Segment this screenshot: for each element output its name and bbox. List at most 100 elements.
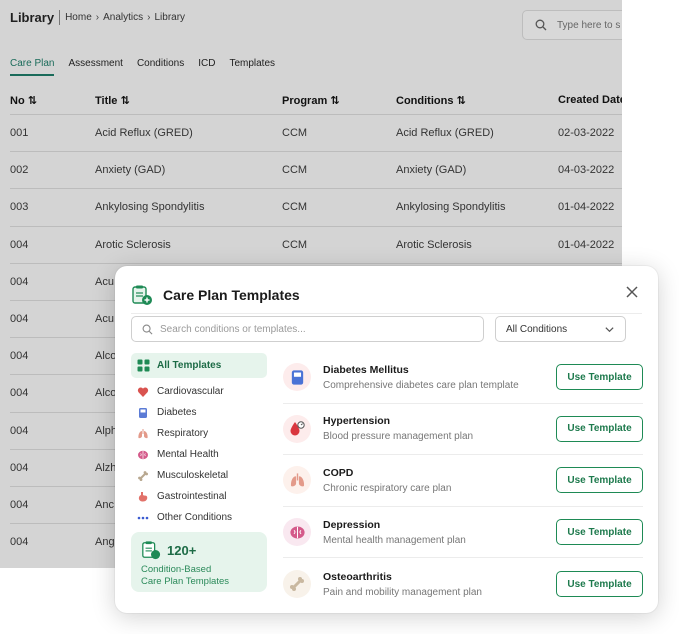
cell-no: 004	[10, 350, 29, 363]
cell-no: 004	[10, 424, 29, 437]
template-row: Depression Mental health management plan U…	[283, 507, 643, 559]
cell-conditions: Acid Reflux (GRED)	[396, 127, 494, 139]
template-name: Osteoarthritis	[323, 570, 392, 583]
template-list: Diabetes Mellitus Comprehensive diabetes …	[283, 352, 643, 610]
chevron-right-icon: ›	[147, 12, 151, 23]
category-label: Cardiovascular	[157, 386, 224, 397]
glucose-meter-icon	[136, 406, 150, 420]
cell-title: Alco	[95, 387, 117, 400]
tab-templates[interactable]: Templates	[229, 58, 275, 76]
use-template-button[interactable]: Use Template	[556, 364, 643, 391]
category-label: Other Conditions	[157, 512, 233, 523]
category-label: Respiratory	[157, 428, 209, 439]
template-search-field[interactable]	[131, 316, 484, 342]
category-item-gastrointestinal[interactable]: Gastrointestinal	[131, 486, 267, 507]
cell-no: 004	[10, 387, 29, 400]
cell-program: CCM	[282, 164, 308, 177]
template-count-card: 120+ Condition-Based Care Plan Templates	[131, 532, 267, 592]
blood-pressure-icon	[283, 414, 311, 443]
cell-title: Arotic Sclerosis	[95, 238, 171, 251]
table-row[interactable]: 003 Ankylosing Spondylitis CCM Ankylosing S…	[10, 188, 622, 225]
use-template-button[interactable]: Use Template	[556, 519, 643, 546]
lungs-icon	[136, 427, 150, 441]
cell-title: Anxiety (GAD)	[95, 164, 166, 177]
category-item-respiratory[interactable]: Respiratory	[131, 423, 267, 444]
category-label: Gastrointestinal	[157, 491, 227, 502]
library-search-placeholder: Type here to s	[557, 19, 621, 31]
category-item-mental-health[interactable]: Mental Health	[131, 444, 267, 465]
cell-program: CCM	[282, 238, 308, 251]
modal-header: Care Plan Templates	[131, 276, 642, 314]
cell-no: 004	[10, 238, 29, 251]
library-search-input[interactable]: Type here to s	[522, 10, 622, 40]
template-count: 120+	[167, 542, 197, 558]
use-template-button[interactable]: Use Template	[556, 571, 643, 598]
breadcrumb-analytics[interactable]: Analytics	[103, 12, 143, 23]
template-row: COPD Chronic respiratory care plan Use Tem…	[283, 455, 643, 507]
category-item-cardiovascular[interactable]: Cardiovascular	[131, 381, 267, 402]
column-header-program[interactable]: Program ⇅	[282, 94, 340, 107]
cell-created-date: 01-04-2022	[558, 201, 615, 214]
category-list: All Templates Cardiovascular Diabetes Respi…	[131, 353, 267, 528]
modal-title: Care Plan Templates	[163, 286, 300, 303]
glucose-meter-icon	[283, 363, 311, 392]
cell-title: Alzh	[95, 461, 117, 474]
table-row[interactable]: 004 Arotic Sclerosis CCM Arotic Sclerosis 01…	[10, 225, 622, 263]
cell-title: Ang	[95, 536, 115, 549]
care-plan-templates-modal: Care Plan Templates All Conditions All T…	[115, 266, 658, 613]
chevron-right-icon: ›	[95, 12, 100, 23]
use-template-button[interactable]: Use Template	[556, 467, 643, 494]
template-row: Hypertension Blood pressure management pl…	[283, 404, 643, 456]
brain-icon	[136, 448, 150, 462]
tab-icd[interactable]: ICD	[198, 58, 215, 76]
more-icon	[136, 511, 150, 525]
column-header-created-date[interactable]: Created Date	[558, 94, 622, 106]
use-template-button[interactable]: Use Template	[556, 415, 643, 442]
search-icon	[142, 324, 153, 334]
column-header-no[interactable]: No ⇅	[10, 94, 37, 107]
library-tabs: Care Plan Assessment Conditions ICD Temp…	[10, 58, 275, 76]
category-item-other-conditions[interactable]: Other Conditions	[131, 507, 267, 528]
template-name: Hypertension	[323, 415, 391, 428]
template-description: Pain and mobility management plan	[323, 586, 482, 598]
cell-program: CCM	[282, 201, 308, 214]
column-header-conditions[interactable]: Conditions ⇅	[396, 94, 466, 107]
bone-icon	[136, 469, 150, 483]
table-row[interactable]: 001 Acid Reflux (GRED) CCM Acid Reflux (GRE…	[10, 114, 622, 151]
search-icon	[535, 19, 547, 31]
breadcrumb-home[interactable]: Home	[65, 12, 92, 23]
close-icon[interactable]	[624, 284, 640, 300]
cell-program: CCM	[282, 127, 308, 139]
tab-care-plan[interactable]: Care Plan	[10, 58, 55, 76]
cell-no: 004	[10, 536, 29, 549]
heart-icon	[136, 385, 150, 399]
clipboard-icon	[142, 541, 161, 560]
grid-icon	[136, 359, 150, 373]
cell-title: Acu	[95, 312, 114, 325]
lungs-icon	[283, 466, 311, 495]
stomach-icon	[136, 490, 150, 504]
cell-no: 004	[10, 498, 29, 511]
condition-filter-select[interactable]: All Conditions	[495, 316, 626, 342]
tab-conditions[interactable]: Conditions	[137, 58, 184, 76]
cell-title: Acu	[95, 275, 114, 288]
tab-assessment[interactable]: Assessment	[68, 58, 122, 76]
cell-title: Acid Reflux (GRED)	[95, 127, 193, 139]
clipboard-icon	[131, 284, 153, 306]
category-item-all-templates[interactable]: All Templates	[131, 353, 267, 378]
template-count-label-line1: Condition-Based	[141, 564, 212, 575]
template-name: Diabetes Mellitus	[323, 363, 409, 376]
template-name: Depression	[323, 518, 381, 531]
template-description: Chronic respiratory care plan	[323, 482, 452, 494]
cell-no: 004	[10, 461, 29, 474]
category-label: All Templates	[157, 360, 222, 371]
template-row: Diabetes Mellitus Comprehensive diabetes …	[283, 352, 643, 404]
column-header-title[interactable]: Title ⇅	[95, 94, 130, 107]
category-item-musculoskeletal[interactable]: Musculoskeletal	[131, 465, 267, 486]
template-search-input[interactable]	[160, 323, 460, 335]
category-label: Mental Health	[157, 449, 219, 460]
cell-title: Anc	[95, 498, 114, 511]
category-item-diabetes[interactable]: Diabetes	[131, 402, 267, 423]
table-row[interactable]: 002 Anxiety (GAD) CCM Anxiety (GAD) 04-03-20…	[10, 151, 622, 188]
template-description: Mental health management plan	[323, 534, 466, 546]
